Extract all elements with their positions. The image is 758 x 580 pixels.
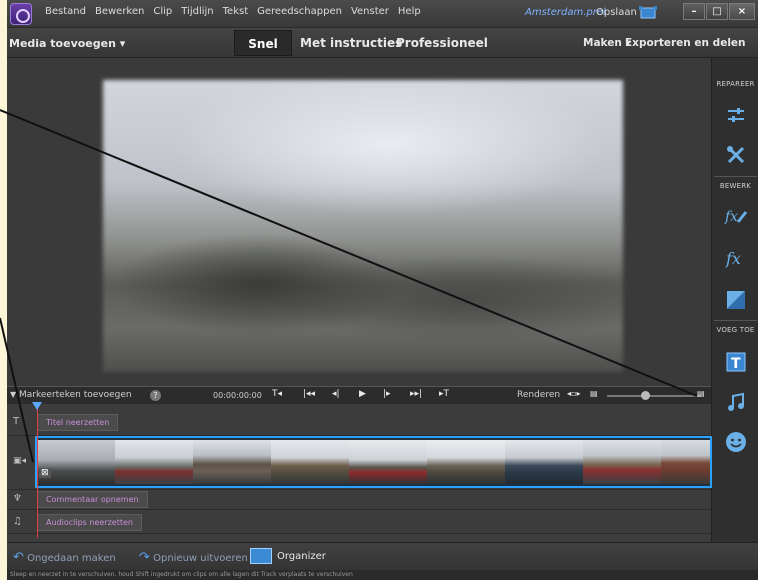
previous-edit-icon[interactable]: |◂◂ [303, 389, 315, 399]
drop-title-button[interactable]: Titel neerzetten [37, 414, 119, 431]
timeline-zoom-slider[interactable] [607, 395, 701, 397]
clip-thumbnail [661, 440, 710, 484]
clip-thumbnail [193, 440, 271, 484]
action-panel: REPAREER BEWERK fx fx VOEG TOE T [711, 58, 758, 542]
title-icon[interactable]: T [724, 350, 748, 374]
panel-separator [714, 320, 757, 321]
go-to-start-icon[interactable]: T◂ [272, 389, 282, 399]
tab-guided[interactable]: Met instructies [300, 36, 402, 50]
panel-heading-repair: REPAREER [716, 80, 755, 88]
narration-track: ♆ Commentaar opnemen [7, 490, 711, 510]
microphone-icon: ♆ [13, 493, 22, 504]
text-track-icon: T [13, 416, 20, 427]
playhead-line [37, 403, 38, 538]
smiley-icon[interactable] [724, 430, 748, 454]
menu-file[interactable]: Bestand [45, 6, 86, 17]
redo-label: Opnieuw uitvoeren [153, 553, 248, 564]
close-button[interactable]: × [729, 3, 755, 20]
timecode-display: 00:00:00:00 [213, 391, 262, 400]
audio-track: ♫ Audioclips neerzetten [7, 512, 711, 534]
step-forward-icon[interactable]: |▸ [383, 389, 391, 399]
project-name: Amsterdam.prel [525, 7, 606, 18]
maximize-button[interactable]: □ [706, 3, 728, 20]
menu-help[interactable]: Help [398, 6, 421, 17]
title-track: T Titel neerzetten [7, 410, 711, 436]
fit-timeline-icon[interactable]: ▤ [590, 389, 598, 398]
menu-edit[interactable]: Bewerken [95, 6, 144, 17]
go-to-end-icon[interactable]: ▸T [439, 389, 449, 399]
zoom-out-icon[interactable]: ◂▫▸ [567, 389, 580, 398]
undo-label: Ongedaan maken [27, 553, 116, 564]
music-icon[interactable] [724, 390, 748, 414]
create-menu-button[interactable]: Maken ▾ [583, 37, 631, 49]
step-back-icon[interactable]: ◂| [332, 389, 340, 399]
next-edit-icon[interactable]: ▸▸| [410, 389, 422, 399]
export-share-button[interactable]: Exporteren en delen [625, 37, 746, 49]
svg-text:fx: fx [725, 249, 741, 268]
adjust-icon[interactable] [724, 103, 748, 127]
organizer-label: Organizer [277, 550, 326, 562]
video-preview[interactable] [103, 80, 623, 372]
zoom-in-icon[interactable]: ▤ [697, 389, 705, 398]
clip-thumbnail [583, 440, 661, 484]
transition-icon[interactable] [724, 288, 748, 312]
save-button[interactable]: Opslaan [596, 7, 637, 18]
help-icon[interactable]: ? [150, 390, 161, 401]
redo-button[interactable]: ↷ Opnieuw uitvoeren [139, 550, 248, 565]
video-clip[interactable]: ⊠ [35, 436, 712, 488]
zoom-slider-handle[interactable] [640, 391, 650, 400]
status-text: Sleep en neerzet in te verschuiven, houd… [10, 571, 353, 578]
panel-heading-add: VOEG TOE [716, 326, 755, 334]
menu-window[interactable]: Venster [351, 6, 389, 17]
record-narration-button[interactable]: Commentaar opnemen [37, 491, 148, 508]
svg-text:T: T [731, 356, 741, 372]
premiere-elements-window: Bestand Bewerken Clip Tijdlijn Tekst Ger… [7, 0, 758, 580]
menu-timeline[interactable]: Tijdlijn [181, 6, 213, 17]
add-marker-button[interactable]: Markeerteken toevoegen [19, 390, 132, 400]
menu-text[interactable]: Tekst [223, 6, 248, 17]
tab-expert[interactable]: Professioneel [396, 36, 488, 50]
project-assets-icon[interactable] [639, 5, 657, 21]
undo-button[interactable]: ↶ Ongedaan maken [13, 550, 116, 565]
video-track-icon: ▣◂ [13, 456, 27, 466]
app-logo-icon [10, 3, 32, 25]
render-button[interactable]: Renderen [517, 390, 560, 400]
add-media-button[interactable]: Media toevoegen ▾ [9, 37, 125, 50]
drop-audio-button[interactable]: Audioclips neerzetten [37, 514, 142, 531]
clip-thumbnail [271, 440, 349, 484]
clip-thumbnail [115, 440, 193, 484]
organizer-button[interactable]: Organizer [250, 548, 326, 564]
clip-thumbnail [427, 440, 505, 484]
svg-text:fx: fx [724, 209, 738, 225]
clip-effects-icon[interactable]: ⊠ [39, 468, 51, 478]
tab-quick[interactable]: Snel [234, 30, 292, 56]
status-bar: Sleep en neerzet in te verschuiven, houd… [7, 570, 758, 580]
menu-tools[interactable]: Gereedschappen [257, 6, 342, 17]
clip-thumbnail [505, 440, 583, 484]
timeline-toolbar: ▼ Markeerteken toevoegen ? 00:00:00:00 T… [7, 386, 711, 404]
redo-icon: ↷ [139, 550, 150, 565]
minimize-button[interactable]: – [683, 3, 705, 20]
menu-clip[interactable]: Clip [153, 6, 172, 17]
monitor-panel [7, 58, 711, 386]
fx-pen-icon[interactable]: fx [724, 204, 748, 228]
organizer-icon [250, 548, 272, 564]
menu-bar: Bestand Bewerken Clip Tijdlijn Tekst Ger… [45, 6, 421, 17]
mode-bar: Media toevoegen ▾ Snel Met instructies P… [7, 28, 758, 58]
play-icon[interactable]: ▶ [359, 389, 366, 399]
fx-icon[interactable]: fx [724, 246, 748, 270]
music-track-icon: ♫ [13, 516, 22, 527]
panel-heading-edit: BEWERK [719, 182, 752, 190]
bottom-bar: ↶ Ongedaan maken ↷ Opnieuw uitvoeren Org… [7, 542, 758, 570]
title-bar: Bestand Bewerken Clip Tijdlijn Tekst Ger… [7, 0, 758, 28]
collapse-arrow-icon[interactable]: ▼ [10, 390, 16, 399]
panel-separator [714, 176, 757, 177]
undo-icon: ↶ [13, 550, 24, 565]
tools-icon[interactable] [724, 143, 748, 167]
clip-thumbnail [349, 440, 427, 484]
